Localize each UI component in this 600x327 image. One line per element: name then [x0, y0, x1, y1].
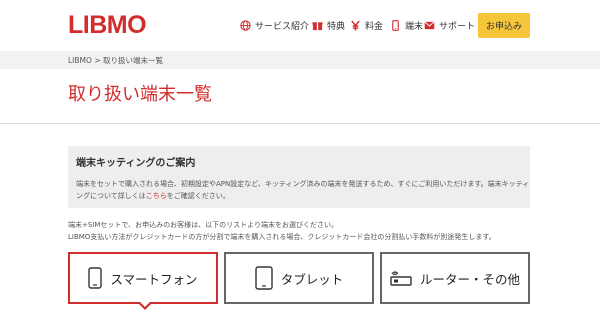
info-text-line1: 端末をセットで購入される場合、初期設定やAPN設定など、キッティング済みの端末を… — [76, 180, 530, 188]
info-text-prefix: ングについて詳しくは — [76, 192, 146, 200]
kitting-info-box: 端末キッティングのご案内 端末をセットで購入される場合、初期設定やAPN設定など… — [68, 146, 530, 208]
smartphone-icon — [88, 267, 103, 289]
site-header: LIBMO サービス紹介 特典 料金 端末 サポート お申込み — [0, 0, 600, 50]
nav-item-pricing[interactable]: 料金 — [350, 17, 383, 33]
tab-tablet[interactable]: タブレット — [224, 252, 374, 304]
router-icon — [390, 270, 412, 286]
nav-item-service-label: サービス紹介 — [255, 21, 310, 32]
tab-smartphone-label: スマートフォン — [110, 271, 198, 287]
tablet-icon — [255, 266, 273, 290]
libmo-logo[interactable]: LIBMO — [68, 11, 147, 40]
tab-router-other[interactable]: ルーター・その他 — [380, 252, 530, 304]
breadcrumb-bar: LIBMO > 取り扱い端末一覧 — [0, 51, 600, 69]
globe-icon — [240, 19, 251, 31]
info-text-line2: ングについて詳しくはこちらをご確認ください。 — [76, 191, 230, 201]
page-title: 取り扱い端末一覧 — [68, 84, 212, 105]
nav-item-support-label: サポート — [439, 21, 476, 32]
tab-router-other-label: ルーター・その他 — [419, 271, 520, 287]
breadcrumb-current: 取り扱い端末一覧 — [103, 56, 163, 65]
mail-icon — [424, 20, 435, 31]
kitting-details-link[interactable]: こちら — [146, 192, 167, 200]
smartphone-icon — [390, 19, 401, 31]
nav-item-devices[interactable]: 端末 — [390, 17, 423, 33]
tab-tablet-label: タブレット — [280, 271, 344, 287]
payment-note: LIBMO支払い方法がクレジットカードの方が分割で端末を購入される場合、クレジッ… — [68, 233, 496, 241]
gift-icon — [312, 20, 323, 31]
selection-note: 端末+SIMセットで、お申込みのお客様は、以下のリストより端末をお選びください。 — [68, 221, 338, 229]
info-title: 端末キッティングのご案内 — [76, 158, 196, 169]
nav-item-pricing-label: 料金 — [365, 21, 384, 32]
nav-item-benefits-label: 特典 — [327, 21, 346, 32]
breadcrumb-home[interactable]: LIBMO — [68, 56, 92, 65]
divider — [0, 123, 600, 124]
breadcrumb: LIBMO > 取り扱い端末一覧 — [68, 55, 163, 66]
apply-button[interactable]: お申込み — [478, 13, 530, 38]
nav-item-service[interactable]: サービス紹介 — [240, 17, 309, 33]
nav-item-support[interactable]: サポート — [424, 17, 475, 33]
tab-smartphone[interactable]: スマートフォン — [68, 252, 218, 310]
yen-icon — [350, 19, 361, 31]
active-tab-indicator-inner — [140, 302, 150, 307]
nav-item-devices-label: 端末 — [405, 21, 424, 32]
nav-item-benefits[interactable]: 特典 — [312, 17, 345, 33]
breadcrumb-separator: > — [94, 56, 101, 65]
info-text-suffix: をご確認ください。 — [166, 192, 230, 200]
